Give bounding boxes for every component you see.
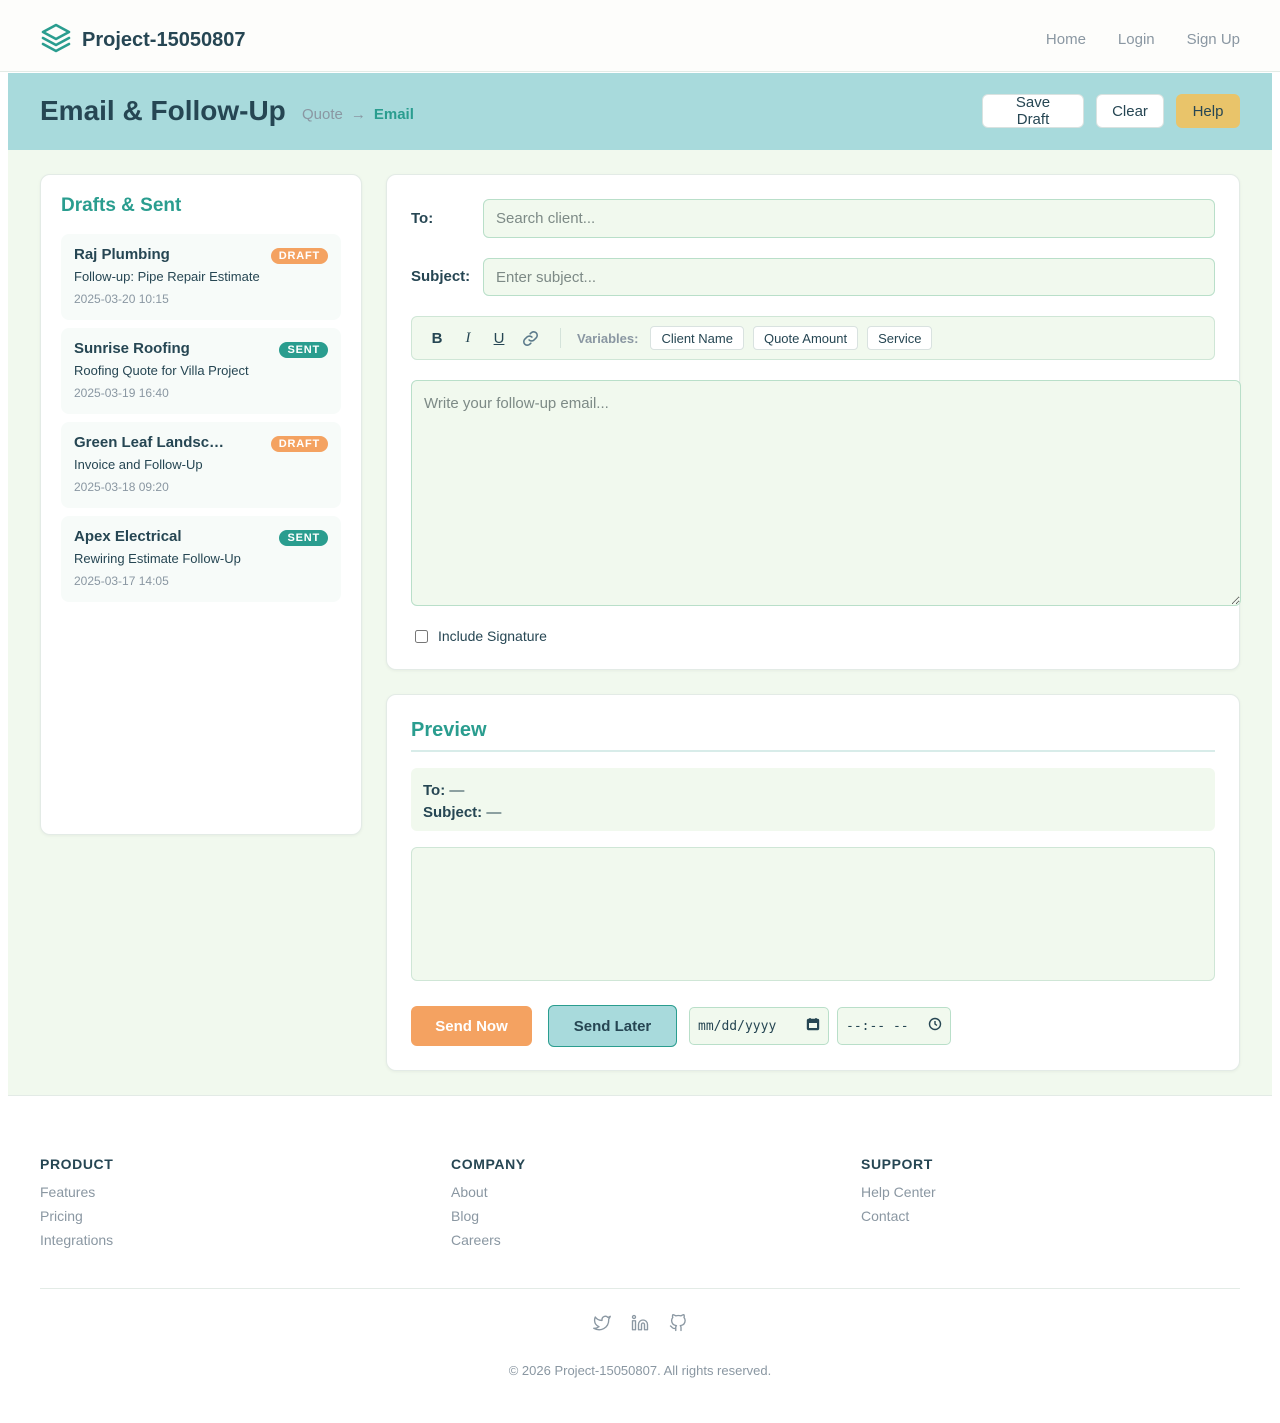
include-signature-row[interactable]: Include Signature [415, 628, 547, 644]
calendar-icon [806, 1017, 820, 1035]
toolbar-divider [560, 328, 561, 348]
preview-subject-value: — [486, 804, 502, 821]
page-title: Email & Follow-Up [40, 95, 286, 126]
draft-list-item[interactable]: Raj Plumbing Follow-up: Pipe Repair Esti… [61, 234, 341, 320]
editor-toolbar: B I U Variables: Client Name Quote Amoun… [411, 316, 1215, 360]
copyright: © 2026 Project-15050807. All rights rese… [508, 1363, 772, 1378]
subject-input[interactable] [483, 258, 1215, 296]
send-later-button[interactable]: Send Later [548, 1005, 677, 1047]
to-label: To: [411, 210, 434, 227]
top-navbar: Project-15050807 Home Login Sign Up [0, 0, 1280, 72]
draft-timestamp: 2025-03-19 16:40 [74, 386, 169, 400]
footer-link-features[interactable]: Features [40, 1184, 113, 1201]
twitter-icon[interactable] [592, 1313, 612, 1333]
help-button[interactable]: Help [1176, 94, 1240, 128]
brand-name: Project-15050807 [82, 28, 246, 51]
draft-client: Green Leaf Landscaping [74, 434, 232, 451]
compose-card: To: Subject: B I U Variables: Client Nam… [386, 174, 1241, 670]
bold-button[interactable]: B [422, 324, 452, 352]
brand[interactable]: Project-15050807 [40, 22, 246, 59]
draft-client: Raj Plumbing [74, 246, 170, 263]
send-actions: Send Now Send Later mm/dd/yyyy --:-- -- [411, 1005, 951, 1047]
preview-card: Preview To: — Subject: — Send Now Send L… [386, 694, 1240, 1071]
subject-label: Subject: [411, 268, 471, 285]
footer-column-support: SUPPORT Help Center Contact [861, 1156, 936, 1232]
include-signature-label: Include Signature [438, 628, 547, 644]
footer-column-title: PRODUCT [40, 1156, 114, 1172]
draft-list-item[interactable]: Apex Electrical Rewiring Estimate Follow… [61, 516, 341, 602]
to-search-input[interactable] [483, 199, 1215, 238]
footer-link-pricing[interactable]: Pricing [40, 1208, 113, 1225]
main-content: Drafts & Sent Raj Plumbing Follow-up: Pi… [8, 150, 1272, 1096]
footer-link-contact[interactable]: Contact [861, 1208, 936, 1225]
drafts-sidebar: Drafts & Sent Raj Plumbing Follow-up: Pi… [40, 174, 362, 835]
footer-link-help-center[interactable]: Help Center [861, 1184, 936, 1201]
header-actions: Save Draft Clear Help [982, 94, 1240, 128]
preview-subject-label: Subject: [423, 804, 483, 821]
email-body-textarea[interactable] [411, 380, 1241, 606]
footer-link-blog[interactable]: Blog [451, 1208, 526, 1225]
draft-subject: Roofing Quote for Villa Project [74, 363, 249, 378]
preview-to-value: — [449, 782, 465, 799]
github-icon[interactable] [668, 1313, 688, 1333]
link-icon[interactable] [515, 324, 545, 352]
layers-logo-icon [40, 22, 72, 59]
footer-link-careers[interactable]: Careers [451, 1232, 526, 1249]
preview-meta: To: — Subject: — [411, 768, 1215, 831]
schedule-date-input[interactable]: mm/dd/yyyy [689, 1007, 829, 1045]
footer: PRODUCT Features Pricing Integrations CO… [0, 1097, 1280, 1423]
draft-list-item[interactable]: Green Leaf Landscaping Invoice and Follo… [61, 422, 341, 508]
include-signature-checkbox[interactable] [415, 629, 428, 643]
underline-button[interactable]: U [484, 324, 514, 352]
footer-link-integrations[interactable]: Integrations [40, 1232, 113, 1249]
status-badge: SENT [279, 342, 328, 358]
breadcrumb-quote[interactable]: Quote [302, 106, 343, 123]
variables-label: Variables: [577, 330, 639, 346]
page-header: Email & Follow-Up Quote → Email Save Dra… [8, 73, 1272, 150]
draft-subject: Invoice and Follow-Up [74, 457, 203, 472]
status-badge: DRAFT [270, 248, 328, 264]
footer-link-about[interactable]: About [451, 1184, 526, 1201]
linkedin-icon[interactable] [630, 1313, 650, 1333]
preview-title: Preview [411, 719, 1215, 752]
footer-column-title: SUPPORT [861, 1156, 933, 1172]
save-draft-button[interactable]: Save Draft [982, 94, 1084, 128]
nav-login-link[interactable]: Login [1118, 31, 1155, 48]
draft-client: Sunrise Roofing [74, 340, 190, 357]
breadcrumb-email: Email [373, 106, 414, 123]
footer-divider [40, 1288, 1240, 1289]
italic-button[interactable]: I [453, 324, 483, 352]
variable-chip-client-name[interactable]: Client Name [650, 326, 744, 350]
nav-signup-link[interactable]: Sign Up [1187, 31, 1240, 48]
social-links [592, 1313, 688, 1333]
breadcrumb: Quote → Email [302, 106, 414, 123]
draft-list-item[interactable]: Sunrise Roofing Roofing Quote for Villa … [61, 328, 341, 414]
footer-column-company: COMPANY About Blog Careers [451, 1156, 526, 1256]
draft-subject: Follow-up: Pipe Repair Estimate [74, 269, 260, 284]
draft-subject: Rewiring Estimate Follow-Up [74, 551, 241, 566]
draft-timestamp: 2025-03-18 09:20 [74, 480, 169, 494]
clock-icon [928, 1017, 942, 1035]
time-placeholder: --:-- -- [846, 1018, 909, 1034]
draft-timestamp: 2025-03-20 10:15 [74, 292, 169, 306]
draft-client: Apex Electrical [74, 528, 182, 545]
send-now-button[interactable]: Send Now [411, 1006, 532, 1046]
footer-column-title: COMPANY [451, 1156, 526, 1172]
footer-column-product: PRODUCT Features Pricing Integrations [40, 1156, 113, 1256]
nav-links: Home Login Sign Up [1046, 31, 1240, 48]
variable-chip-quote-amount[interactable]: Quote Amount [752, 326, 859, 350]
breadcrumb-arrow-icon: → [350, 106, 366, 123]
nav-home-link[interactable]: Home [1046, 31, 1086, 48]
variable-chip-service[interactable]: Service [867, 326, 933, 350]
schedule-time-input[interactable]: --:-- -- [837, 1007, 951, 1045]
clear-button[interactable]: Clear [1096, 94, 1164, 128]
sidebar-title: Drafts & Sent [61, 195, 182, 216]
date-placeholder: mm/dd/yyyy [698, 1018, 777, 1034]
preview-to-label: To: [423, 782, 446, 799]
draft-timestamp: 2025-03-17 14:05 [74, 574, 169, 588]
preview-body [411, 847, 1215, 981]
status-badge: SENT [279, 530, 328, 546]
status-badge: DRAFT [270, 436, 328, 452]
